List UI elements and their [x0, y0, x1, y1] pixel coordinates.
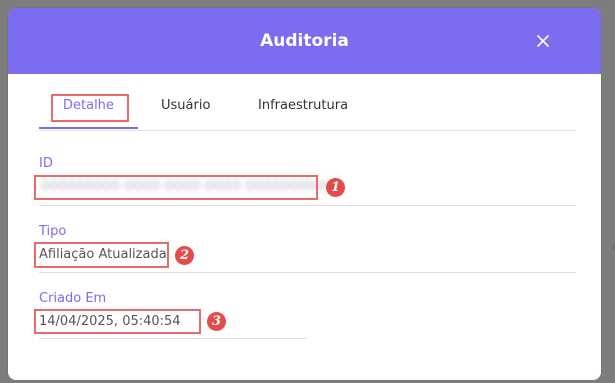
id-label: ID — [39, 156, 53, 171]
highlight-box-tab — [51, 94, 129, 122]
tipo-divider — [39, 272, 576, 273]
audit-modal: Auditoria Detalhe Usuário Infraestrutura… — [8, 8, 601, 380]
close-button[interactable] — [532, 30, 554, 52]
tab-usuario[interactable]: Usuário — [161, 96, 210, 130]
highlight-box-tipo — [34, 242, 169, 268]
active-tab-indicator — [39, 127, 138, 129]
highlight-box-criado-em — [34, 309, 201, 334]
tab-infraestrutura[interactable]: Infraestrutura — [258, 96, 348, 130]
close-icon — [537, 35, 549, 47]
modal-header: Auditoria — [8, 8, 601, 74]
annotation-badge-1: 1 — [326, 178, 345, 197]
annotation-badge-2: 2 — [175, 246, 194, 265]
id-divider — [39, 205, 576, 206]
modal-title: Auditoria — [260, 31, 349, 51]
highlight-box-id — [34, 175, 318, 200]
annotation-badge-3: 3 — [207, 312, 226, 331]
criado-em-label: Criado Em — [39, 291, 107, 306]
criado-em-divider — [39, 338, 307, 339]
tipo-label: Tipo — [39, 224, 67, 239]
